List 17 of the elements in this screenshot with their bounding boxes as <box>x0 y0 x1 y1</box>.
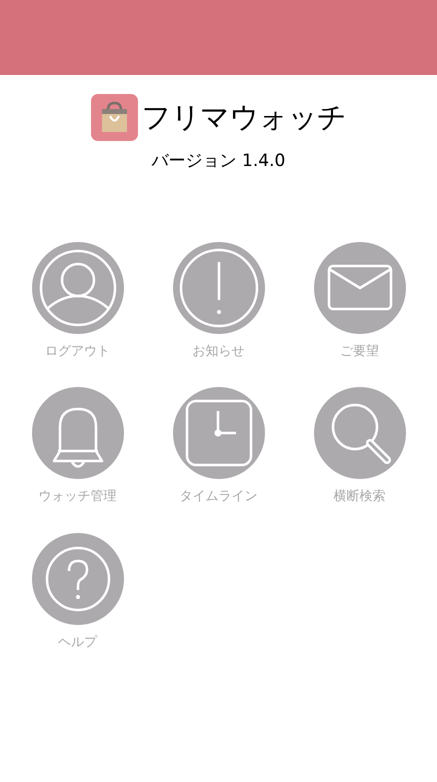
shopping-bag-icon <box>90 94 138 141</box>
help-icon <box>32 532 124 624</box>
menu-button[interactable]: 横断検索 <box>314 387 406 506</box>
menu-button[interactable]: ヘルプ <box>32 532 124 652</box>
app-title: フリマウォッチ <box>142 98 346 136</box>
clock-icon <box>172 387 264 479</box>
person-icon <box>32 242 124 334</box>
bell-icon <box>32 387 124 479</box>
menu-button[interactable]: ウォッチ管理 <box>32 387 124 506</box>
menu-button[interactable]: お知らせ <box>172 242 264 361</box>
envelope-icon <box>314 242 406 334</box>
menu-button[interactable]: タイムライン <box>172 387 264 506</box>
version-text: バージョン 1.4.0 <box>152 150 286 173</box>
alert-icon <box>172 242 264 334</box>
menu-button[interactable]: ご要望 <box>314 242 406 361</box>
menu-button[interactable]: ログアウト <box>32 242 124 361</box>
search-icon <box>314 387 406 479</box>
